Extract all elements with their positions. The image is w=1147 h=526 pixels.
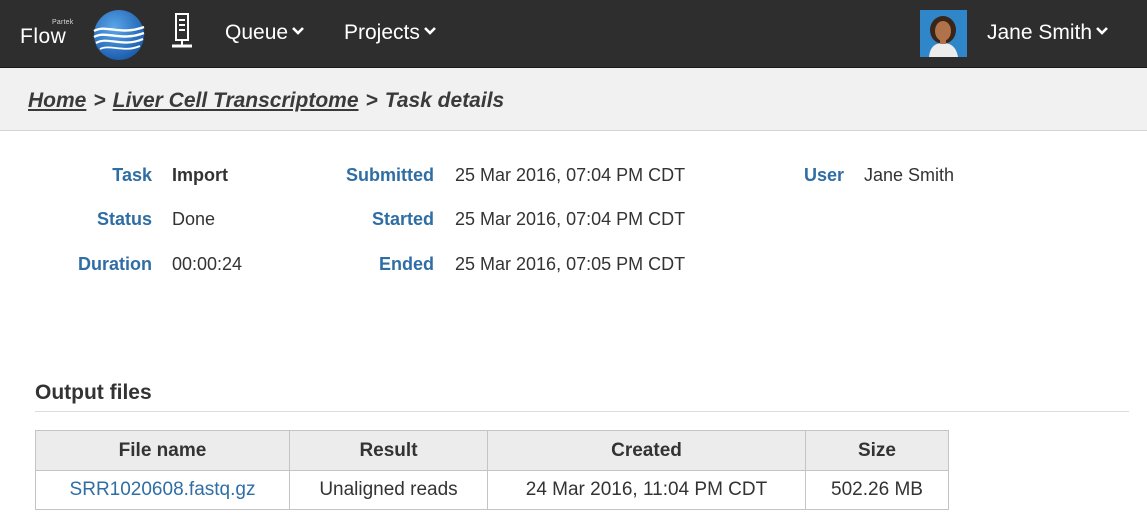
started-value: 25 Mar 2016, 07:04 PM CDT xyxy=(455,209,686,229)
user-menu-label: Jane Smith xyxy=(987,21,1093,44)
table-row: SRR1020608.fastq.gz Unaligned reads 24 M… xyxy=(35,470,949,510)
projects-menu-label: Projects xyxy=(344,21,420,44)
logo-text: Flow xyxy=(20,25,67,48)
created-cell: 24 Mar 2016, 11:04 PM CDT xyxy=(487,470,806,510)
queue-menu-label: Queue xyxy=(225,21,289,44)
task-label: Task xyxy=(112,165,152,185)
output-files-title: Output files xyxy=(35,381,152,404)
flow-globe-icon xyxy=(93,10,145,60)
breadcrumb-home-link[interactable]: Home xyxy=(28,89,86,112)
breadcrumb: Home > Liver Cell Transcriptome > Task detai… xyxy=(28,89,504,113)
task-value: Import xyxy=(172,165,228,185)
breadcrumb-separator: > xyxy=(93,89,106,112)
section-divider xyxy=(35,411,1129,412)
submitted-label: Submitted xyxy=(346,165,434,185)
output-files-table: File name Result Created Size SRR1020608… xyxy=(35,430,949,510)
user-value: Jane Smith xyxy=(864,165,955,185)
duration-label: Duration xyxy=(78,254,152,274)
breadcrumb-separator: > xyxy=(365,89,378,112)
size-cell: 502.26 MB xyxy=(805,470,949,510)
top-navigation-bar: Partek Flow Queue Projects Jane Smith xyxy=(0,0,1147,68)
submitted-value: 25 Mar 2016, 07:04 PM CDT xyxy=(455,165,686,185)
user-label: User xyxy=(803,165,844,185)
column-header-result[interactable]: Result xyxy=(289,430,488,471)
server-icon[interactable] xyxy=(170,13,194,51)
ended-label: Ended xyxy=(378,254,434,274)
user-avatar-icon[interactable] xyxy=(920,10,967,57)
queue-menu[interactable]: Queue xyxy=(225,20,305,46)
breadcrumb-current: Task details xyxy=(384,89,505,112)
duration-value: 00:00:24 xyxy=(172,254,243,274)
status-value: Done xyxy=(172,209,216,229)
file-name-link[interactable]: SRR1020608.fastq.gz xyxy=(35,470,290,510)
status-label: Status xyxy=(96,209,152,229)
table-header-row: File name Result Created Size xyxy=(35,430,949,471)
chevron-down-icon xyxy=(423,27,436,35)
chevron-down-icon xyxy=(292,27,304,35)
started-label: Started xyxy=(371,209,434,229)
ended-value: 25 Mar 2016, 07:05 PM CDT xyxy=(455,254,686,274)
user-menu[interactable]: Jane Smith xyxy=(987,20,1109,46)
partek-flow-logo[interactable]: Partek Flow xyxy=(18,8,150,60)
column-header-file-name[interactable]: File name xyxy=(35,430,290,471)
result-cell: Unaligned reads xyxy=(289,470,488,510)
breadcrumb-project-link[interactable]: Liver Cell Transcriptome xyxy=(113,89,359,112)
column-header-created[interactable]: Created xyxy=(487,430,806,471)
projects-menu[interactable]: Projects xyxy=(344,20,437,46)
chevron-down-icon xyxy=(1096,27,1108,35)
column-header-size[interactable]: Size xyxy=(805,430,949,471)
